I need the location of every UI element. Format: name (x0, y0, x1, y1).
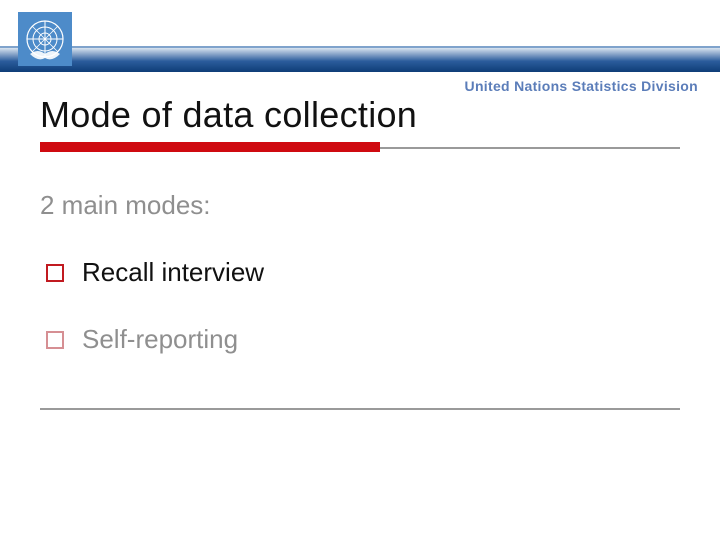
un-logo (18, 12, 72, 66)
title-underline-gray (380, 147, 680, 149)
bullet-item: Self-reporting (40, 324, 660, 355)
checkbox-icon (46, 264, 64, 282)
bullet-label: Recall interview (82, 257, 264, 288)
org-label: United Nations Statistics Division (465, 78, 698, 94)
header-band (0, 48, 720, 72)
slide-title: Mode of data collection (40, 94, 417, 136)
bullet-label: Self-reporting (82, 324, 238, 355)
un-emblem-icon (18, 12, 72, 66)
intro-text: 2 main modes: (40, 190, 660, 221)
content-area: 2 main modes: Recall interview Self-repo… (40, 190, 660, 391)
title-underline-red (40, 142, 380, 152)
bullet-item: Recall interview (40, 257, 660, 288)
checkbox-icon (46, 331, 64, 349)
bottom-divider (40, 408, 680, 410)
